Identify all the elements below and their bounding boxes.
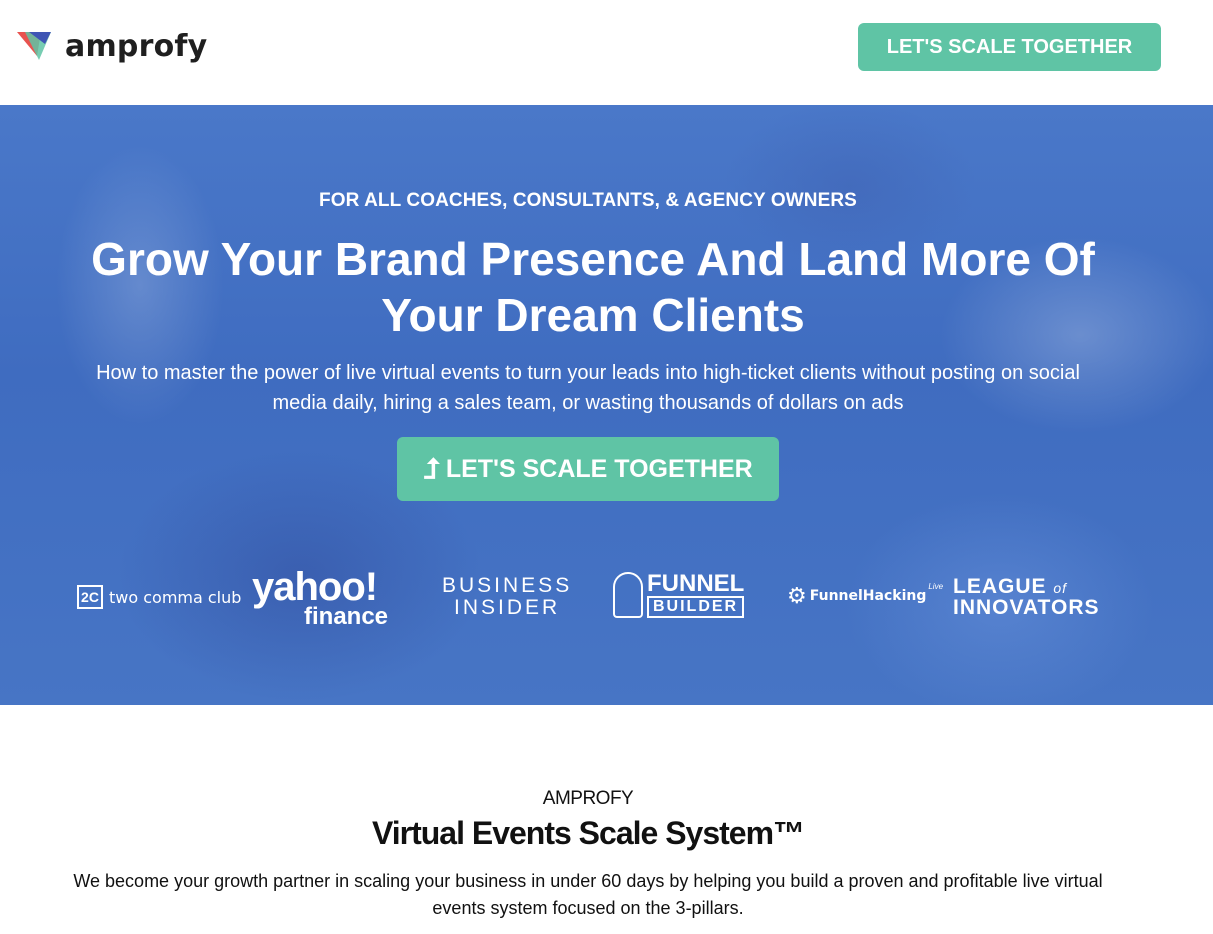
logo-mark-icon [17, 32, 51, 60]
site-header: amprofy LET'S SCALE TOGETHER [0, 0, 1213, 105]
builder-text: BUILDER [647, 596, 745, 618]
two-comma-club-text: two comma club [109, 587, 242, 607]
logo[interactable]: amprofy [17, 28, 207, 66]
live-text: Live [928, 581, 944, 591]
two-comma-club-icon: 2C [77, 585, 103, 609]
press-logos: 2C two comma club yahoo! finance BUSINES… [0, 565, 1213, 635]
section-brand: AMPROFY [542, 788, 634, 809]
hero-subhead: How to master the power of live virtual … [96, 362, 1080, 414]
league-text: LEAGUE [953, 575, 1047, 598]
business-text: BUSINESS [442, 574, 573, 597]
hero-eyebrow: FOR ALL COACHES, CONSULTANTS, & AGENCY O… [319, 190, 857, 211]
of-text: of [1053, 580, 1068, 596]
arrow-up-icon: ⮥ [423, 453, 440, 484]
funnel-text: FUNNEL [647, 570, 745, 597]
business-insider-logo: BUSINESS INSIDER [442, 575, 572, 619]
funnel-hacking-text: FunnelHacking [809, 588, 927, 604]
insider-text: INSIDER [454, 596, 561, 619]
yahoo-text: yahoo! [252, 565, 378, 609]
funnel-hacking-live-logo: ⚙ FunnelHacking Live [787, 581, 944, 609]
section-description: We become your growth partner in scaling… [73, 871, 1103, 918]
league-of-innovators-logo: LEAGUE of INNOVATORS [953, 575, 1100, 619]
finance-text: finance [304, 603, 389, 630]
two-comma-club-logo: 2C two comma club [77, 585, 241, 609]
funnel-builder-badge-icon [613, 572, 643, 618]
section-title: Virtual Events Scale System™ [371, 815, 805, 851]
gear-icon: ⚙ [787, 583, 807, 608]
hero-section: FOR ALL COACHES, CONSULTANTS, & AGENCY O… [0, 105, 1213, 705]
logo-text: amprofy [65, 29, 208, 64]
funnel-builder-logo: FUNNEL BUILDER [613, 570, 745, 618]
hero-headline: Grow Your Brand Presence And Land More O… [91, 233, 1095, 341]
header-cta-button[interactable]: LET'S SCALE TOGETHER [858, 23, 1161, 71]
yahoo-finance-logo: yahoo! finance [252, 565, 389, 630]
hero-cta-label: LET'S SCALE TOGETHER [445, 454, 753, 483]
hero-cta-button[interactable]: ⮥ LET'S SCALE TOGETHER [397, 437, 779, 501]
innovators-text: INNOVATORS [953, 596, 1100, 619]
